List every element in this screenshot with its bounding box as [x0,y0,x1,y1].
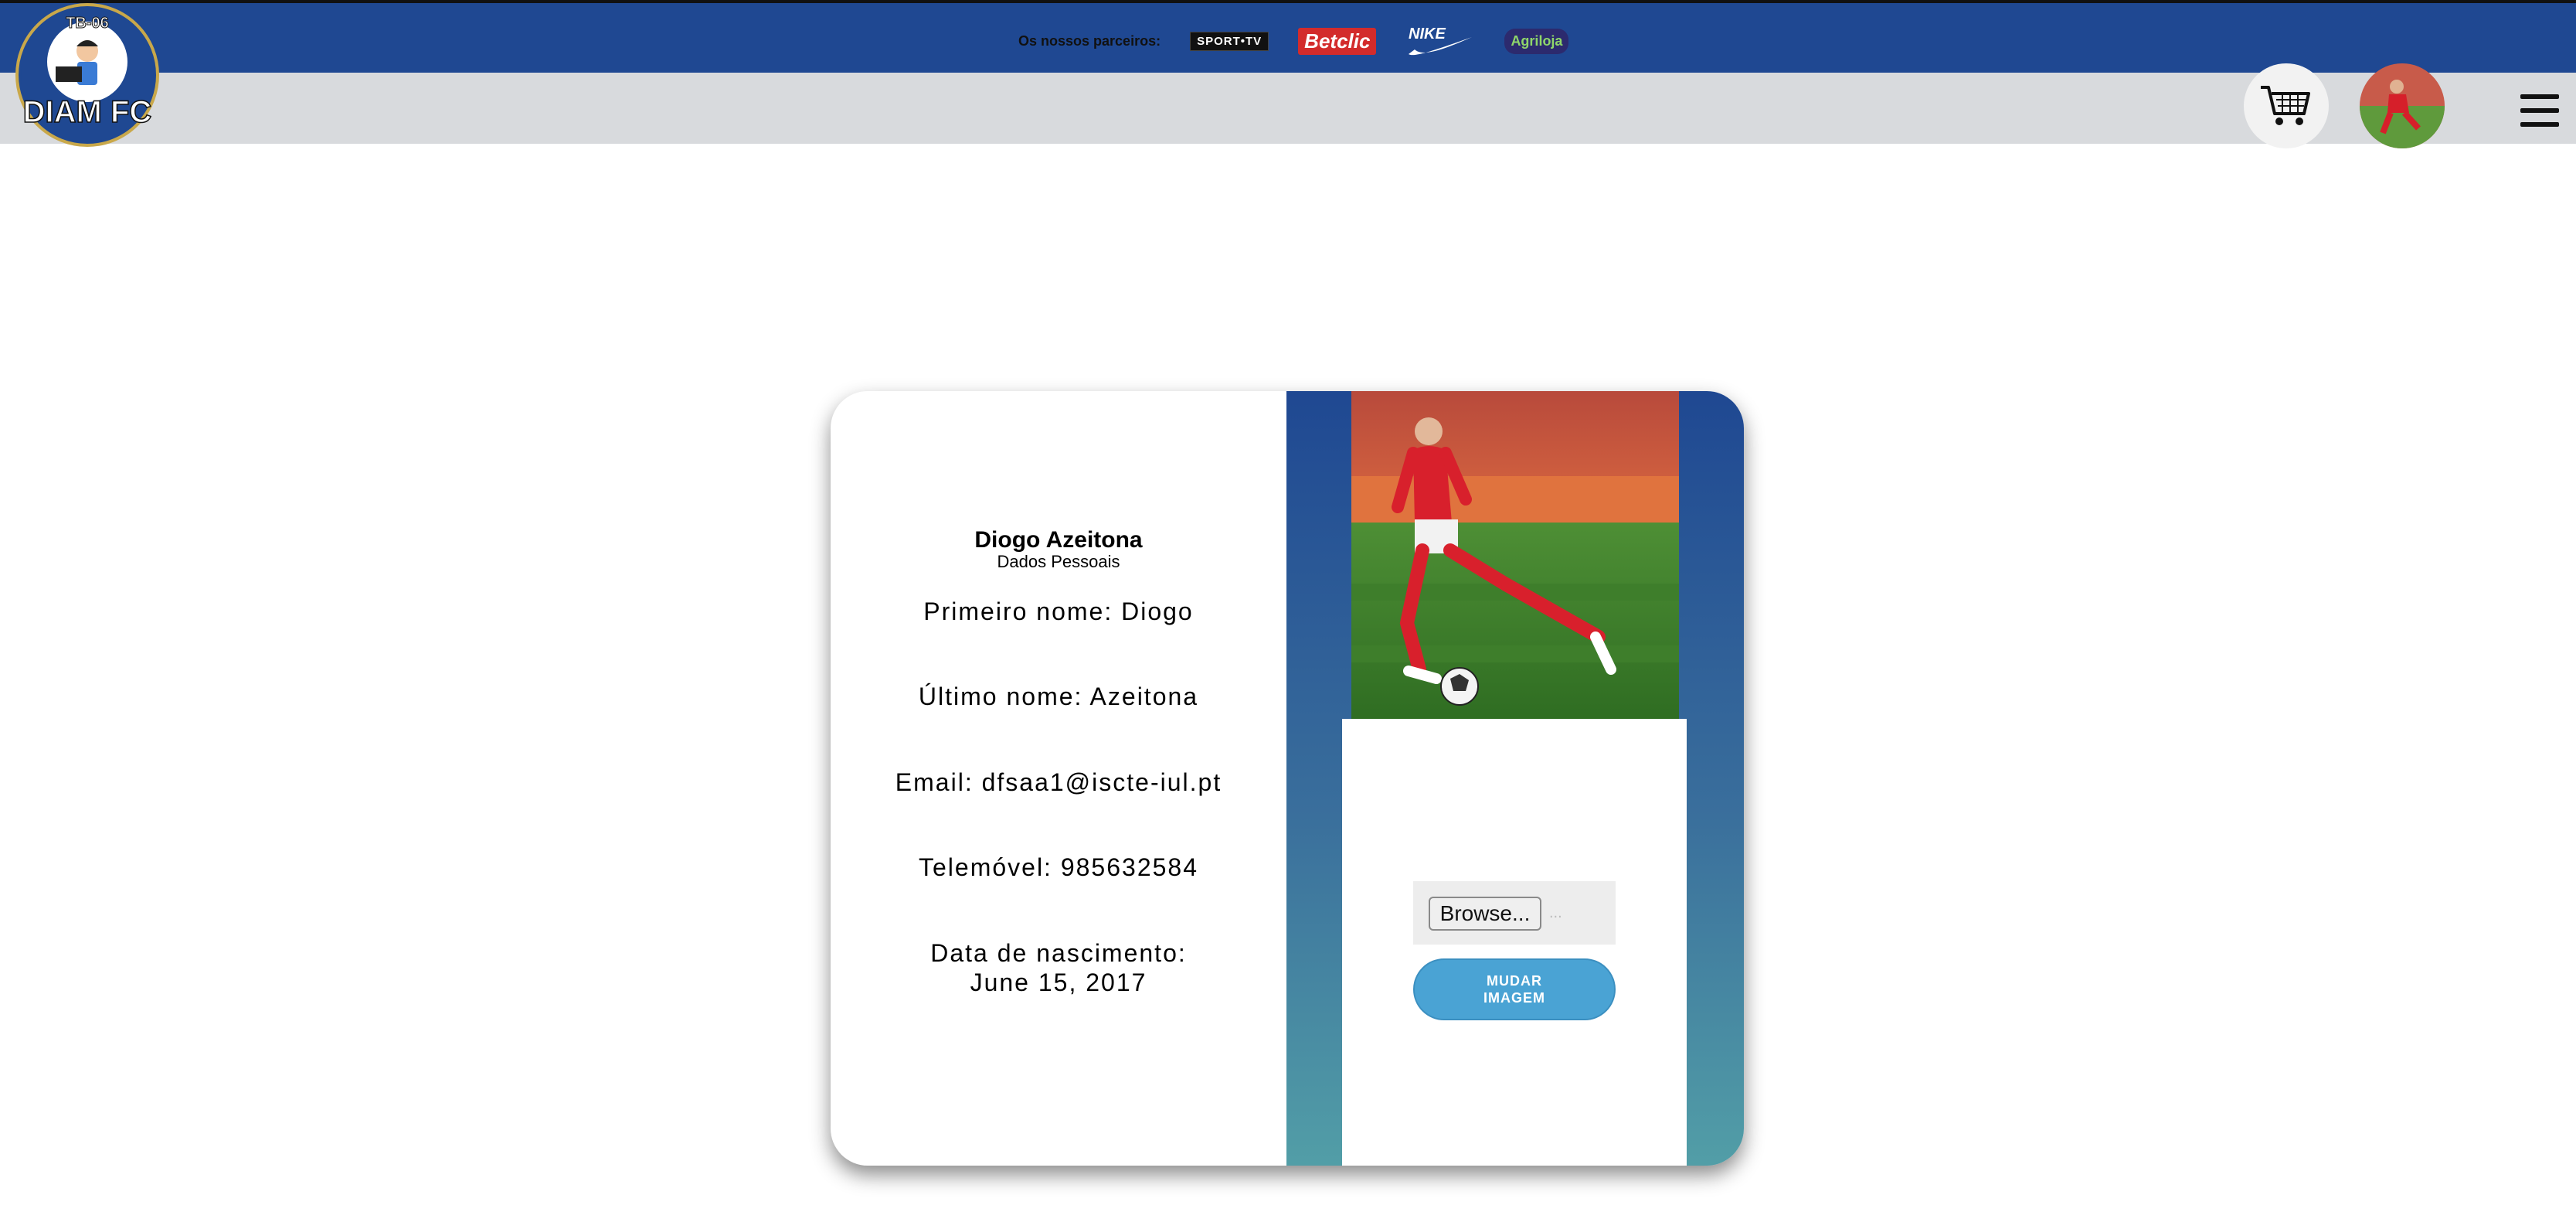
partner-nike-logo[interactable]: NIKE [1405,23,1475,59]
user-avatar[interactable] [2360,63,2445,148]
birth-date-value: June 15, 2017 [970,969,1147,996]
partners-label: Os nossos parceiros: [1018,32,1161,49]
phone-field: Telemóvel: 985632584 [918,853,1198,881]
profile-card: Diogo Azeitona Dados Pessoais Primeiro n… [831,391,1744,1166]
partner-agriloja-logo[interactable]: Agriloja [1504,28,1569,54]
file-status-text: ... [1549,904,1562,921]
file-input[interactable]: Browse... ... [1413,881,1616,945]
hamburger-menu-icon[interactable] [2520,94,2559,127]
last-name-field: Último nome: Azeitona [918,683,1199,710]
club-logo[interactable]: TB-06 DIAM FC [15,3,159,147]
personal-data-section: Diogo Azeitona Dados Pessoais Primeiro n… [831,391,1286,1166]
partners-strip: Os nossos parceiros: SPORT•TV Betclic NI… [1018,22,1569,60]
profile-photo [1351,391,1679,719]
browse-button[interactable]: Browse... [1429,897,1541,931]
nav-bar [0,73,2576,144]
club-name: DIAM FC [23,95,152,129]
change-image-button[interactable]: MUDAR IMAGEM [1413,958,1616,1020]
partner-sporttv-logo[interactable]: SPORT•TV [1190,31,1269,51]
image-section: Browse... ... MUDAR IMAGEM [1286,391,1744,1166]
upload-panel: Browse... ... MUDAR IMAGEM [1342,719,1687,1166]
first-name-field: Primeiro nome: Diogo [923,597,1194,625]
top-bar: Os nossos parceiros: SPORT•TV Betclic NI… [0,0,2576,73]
profile-subtitle: Dados Pessoais [997,552,1120,571]
cart-button[interactable] [2244,63,2329,148]
partner-betclic-logo[interactable]: Betclic [1298,27,1377,55]
email-field: Email: dfsaa1@iscte-iul.pt [895,768,1222,796]
birth-date-label: Data de nascimento: [930,939,1187,967]
shopping-cart-icon [2261,86,2310,125]
nike-wordmark: NIKE [1409,26,1446,43]
profile-name: Diogo Azeitona [974,527,1143,553]
club-tag: TB-06 [66,15,109,32]
